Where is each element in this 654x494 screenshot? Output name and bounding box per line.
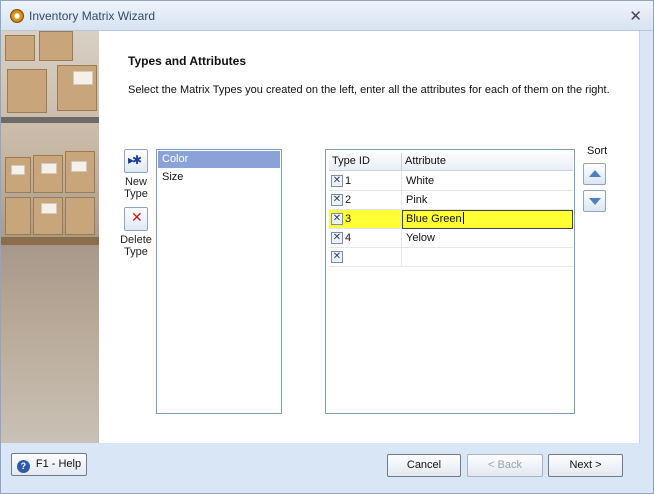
- column-header-type-id[interactable]: Type ID: [329, 153, 402, 171]
- type-id-cell[interactable]: ✕: [329, 248, 402, 267]
- next-button[interactable]: Next >: [548, 454, 623, 477]
- content-panel: Types and Attributes Select the Matrix T…: [99, 31, 640, 443]
- new-type-label-line1: New: [124, 176, 147, 188]
- type-item-color[interactable]: Color: [158, 151, 280, 168]
- cancel-button[interactable]: Cancel: [387, 454, 461, 477]
- matrix-types-list[interactable]: Color Size: [156, 149, 282, 414]
- title-bar: Inventory Matrix Wizard ✕: [1, 1, 653, 31]
- sort-label: Sort: [587, 145, 608, 157]
- warehouse-illustration: [1, 31, 99, 443]
- attribute-cell-editor[interactable]: Blue Green: [402, 210, 573, 229]
- back-button[interactable]: < Back: [467, 454, 543, 477]
- table-row[interactable]: ✕ 4 Yelow: [329, 229, 573, 248]
- row-delete-icon[interactable]: ✕: [331, 194, 343, 206]
- sort-up-button[interactable]: [583, 163, 606, 185]
- attributes-grid[interactable]: Type ID Attribute ✕ 1 White ✕ 2 Pink ✕ 3…: [325, 149, 575, 414]
- row-id-text: 2: [345, 194, 352, 206]
- instructions-text: Select the Matrix Types you created on t…: [128, 84, 610, 96]
- grid-header: Type ID Attribute: [329, 153, 573, 171]
- wizard-window: Inventory Matrix Wizard ✕ Types and Attr…: [0, 0, 654, 494]
- delete-icon[interactable]: ✕: [124, 207, 148, 231]
- page-heading: Types and Attributes: [128, 54, 247, 68]
- row-id-text: 4: [345, 232, 352, 244]
- text-caret: [462, 212, 464, 224]
- table-row-new[interactable]: ✕: [329, 248, 573, 267]
- delete-type-label-line2: Type: [124, 246, 148, 258]
- row-id-text: 1: [345, 175, 352, 187]
- new-type-icon[interactable]: ▸✱: [124, 149, 148, 173]
- close-icon[interactable]: ✕: [629, 7, 642, 25]
- attribute-cell[interactable]: Yelow: [402, 229, 573, 248]
- table-row[interactable]: ✕ 1 White: [329, 172, 573, 191]
- type-id-cell[interactable]: ✕ 3: [329, 210, 402, 229]
- row-delete-icon[interactable]: ✕: [331, 213, 343, 225]
- new-type-button[interactable]: ▸✱ New Type: [112, 149, 160, 200]
- type-id-cell[interactable]: ✕ 1: [329, 172, 402, 191]
- attribute-cell[interactable]: Pink: [402, 191, 573, 210]
- row-id-text: 3: [345, 213, 352, 225]
- type-item-size[interactable]: Size: [158, 169, 280, 186]
- help-icon: ?: [16, 460, 30, 473]
- attribute-cell[interactable]: White: [402, 172, 573, 191]
- arrow-down-icon: [589, 198, 601, 205]
- help-button[interactable]: ? F1 - Help: [11, 453, 87, 476]
- delete-type-button[interactable]: ✕ Delete Type: [112, 207, 160, 258]
- type-id-cell[interactable]: ✕ 4: [329, 229, 402, 248]
- table-row[interactable]: ✕ 2 Pink: [329, 191, 573, 210]
- type-id-cell[interactable]: ✕ 2: [329, 191, 402, 210]
- arrow-up-icon: [589, 170, 601, 177]
- button-bar: ? F1 - Help Cancel < Back Next >: [1, 443, 653, 493]
- table-row-editing[interactable]: ✕ 3 Blue Green: [329, 210, 573, 229]
- row-delete-icon[interactable]: ✕: [331, 251, 343, 263]
- new-type-label-line2: Type: [124, 188, 148, 200]
- row-delete-icon[interactable]: ✕: [331, 175, 343, 187]
- attribute-cell[interactable]: [402, 248, 573, 267]
- delete-type-label-line1: Delete: [120, 234, 152, 246]
- row-delete-icon[interactable]: ✕: [331, 232, 343, 244]
- window-title: Inventory Matrix Wizard: [29, 9, 156, 23]
- help-button-label: F1 - Help: [35, 458, 82, 470]
- sort-down-button[interactable]: [583, 190, 606, 212]
- attribute-editor-text: Blue Green: [406, 213, 462, 225]
- column-header-attribute[interactable]: Attribute: [402, 153, 573, 171]
- wizard-app-icon: [10, 9, 24, 23]
